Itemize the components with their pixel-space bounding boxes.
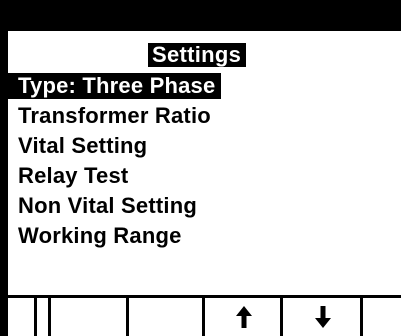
softkey-6[interactable] (360, 298, 401, 336)
menu-item-working-range[interactable]: Working Range (8, 221, 221, 251)
page-title: Settings (148, 43, 247, 67)
softkey-2[interactable] (48, 298, 128, 336)
softkey-down[interactable] (280, 298, 362, 336)
menu-item-type[interactable]: Type: Three Phase (8, 71, 222, 101)
softkey-3[interactable] (126, 298, 206, 336)
lcd-screen: Settings Type: Three Phase Transformer R… (8, 31, 401, 336)
menu-item-vital-setting[interactable]: Vital Setting (8, 131, 221, 161)
menu-item-relay-test[interactable]: Relay Test (8, 161, 221, 191)
down-arrow-icon (314, 306, 331, 328)
settings-menu: Type: Three Phase Transformer Ratio Vita… (8, 71, 222, 251)
menu-item-label: Type: Three Phase (8, 73, 222, 99)
menu-item-non-vital-setting[interactable]: Non Vital Setting (8, 191, 221, 221)
up-arrow-icon (235, 306, 252, 328)
softkey-bar (8, 295, 401, 336)
menu-item-transformer-ratio[interactable]: Transformer Ratio (8, 101, 221, 131)
softkey-up[interactable] (202, 298, 282, 336)
